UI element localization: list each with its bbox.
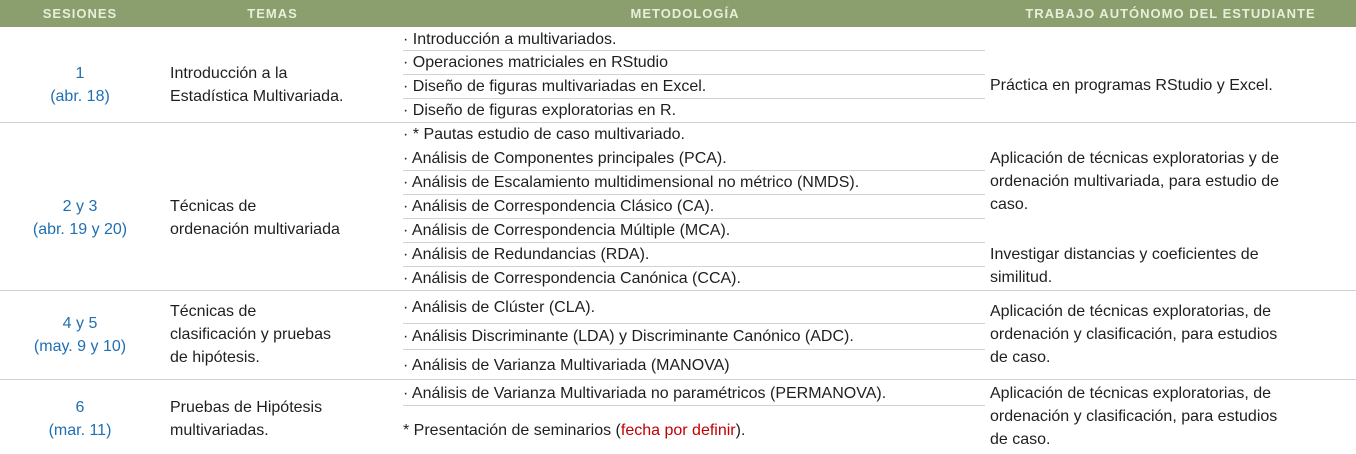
- session-1: 1 (abr. 18): [0, 62, 160, 108]
- header-trabajo: TRABAJO AUTÓNOMO DEL ESTUDIANTE: [1025, 6, 1316, 21]
- header-metodologia: METODOLOGÍA: [630, 6, 740, 21]
- row-divider: [403, 349, 985, 350]
- trabajo-line: ordenación y clasificación, para estudio…: [990, 326, 1278, 343]
- session-date: (may. 9 y 10): [33, 338, 127, 355]
- met-item: · Análisis de Redundancias (RDA).: [403, 246, 650, 263]
- trabajo-line: ordenación multivariada, para estudio de: [990, 173, 1280, 190]
- trabajo-1: Práctica en programas RStudio y Excel.: [990, 77, 1273, 94]
- met-item: · * Pautas estudio de caso multivariado.: [403, 126, 685, 143]
- session-2-3: 2 y 3 (abr. 19 y 20): [0, 195, 160, 241]
- met-item: · Análisis de Varianza Multivariada no p…: [403, 385, 887, 402]
- met-item: · Análisis de Correspondencia Clásico (C…: [403, 198, 715, 215]
- trabajo-line: similitud.: [990, 269, 1053, 286]
- session-date: (mar. 11): [48, 422, 112, 439]
- session-number: 4 y 5: [62, 315, 98, 332]
- session-number: 1: [75, 65, 85, 82]
- trabajo-line: caso.: [990, 196, 1029, 213]
- header-sesiones: SESIONES: [42, 6, 118, 21]
- tema-3: Técnicas de clasificación y pruebas de h…: [170, 300, 400, 369]
- met-item: · Análisis de Correspondencia Múltiple (…: [403, 222, 731, 239]
- tema-1: Introducción a la Estadística Multivaria…: [170, 62, 400, 108]
- trabajo-line: Aplicación de técnicas exploratorias y d…: [990, 150, 1280, 167]
- tema-line: ordenación multivariada: [170, 221, 340, 238]
- session-divider: [0, 379, 1356, 380]
- met-item: · Análisis de Varianza Multivariada (MAN…: [403, 357, 730, 374]
- session-6: 6 (mar. 11): [0, 396, 160, 442]
- seminarios-close: ).: [735, 422, 746, 439]
- tema-2: Técnicas de ordenación multivariada: [170, 195, 400, 241]
- met-item-seminarios: * Presentación de seminarios (fecha por …: [403, 419, 985, 442]
- met-item: · Análisis de Correspondencia Canónica (…: [403, 270, 741, 287]
- session-divider: [0, 290, 1356, 291]
- met-item: · Diseño de figuras exploratorias en R.: [403, 102, 677, 119]
- trabajo-line: ordenación y clasificación, para estudio…: [990, 408, 1278, 425]
- trabajo-3: Investigar distancias y coeficientes de …: [990, 243, 1350, 289]
- met-item: · Diseño de figuras multivariadas en Exc…: [403, 78, 707, 95]
- tema-line: Pruebas de Hipótesis: [170, 399, 323, 416]
- tema-line: de hipótesis.: [170, 349, 260, 366]
- met-item: · Operaciones matriciales en RStudio: [403, 54, 669, 71]
- syllabus-table: SESIONES TEMAS METODOLOGÍA TRABAJO AUTÓN…: [0, 0, 1356, 454]
- trabajo-line: de caso.: [990, 349, 1051, 366]
- tema-line: Técnicas de: [170, 303, 257, 320]
- header-temas: TEMAS: [247, 6, 298, 21]
- tema-line: Introducción a la: [170, 65, 288, 82]
- met-item: · Análisis de Componentes principales (P…: [403, 150, 727, 167]
- tema-line: clasificación y pruebas: [170, 326, 331, 343]
- row-divider: [403, 405, 985, 406]
- trabajo-5: Aplicación de técnicas exploratorias, de…: [990, 382, 1350, 451]
- table-header: SESIONES TEMAS METODOLOGÍA TRABAJO AUTÓN…: [0, 0, 1356, 27]
- session-number: 2 y 3: [62, 198, 98, 215]
- tema-line: Estadística Multivariada.: [170, 88, 344, 105]
- trabajo-line: de caso.: [990, 431, 1051, 448]
- trabajo-line: Investigar distancias y coeficientes de: [990, 246, 1259, 263]
- session-4-5: 4 y 5 (may. 9 y 10): [0, 312, 160, 358]
- trabajo-4: Aplicación de técnicas exploratorias, de…: [990, 300, 1350, 369]
- session-number: 6: [75, 399, 85, 416]
- session-date: (abr. 18): [50, 88, 110, 105]
- seminarios-text: * Presentación de seminarios (: [403, 422, 621, 439]
- tema-line: multivariadas.: [170, 422, 269, 439]
- met-item: · Análisis de Escalamiento multidimensio…: [403, 174, 860, 191]
- trabajo-2: Aplicación de técnicas exploratorias y d…: [990, 147, 1350, 216]
- session-date: (abr. 19 y 20): [32, 221, 128, 238]
- trabajo-line: Aplicación de técnicas exploratorias, de: [990, 385, 1272, 402]
- row-divider: [403, 323, 985, 324]
- met-item: · Análisis Discriminante (LDA) y Discrim…: [403, 328, 854, 345]
- tema-4: Pruebas de Hipótesis multivariadas.: [170, 396, 400, 442]
- met-item: · Análisis de Clúster (CLA).: [403, 299, 596, 316]
- fecha-por-definir: fecha por definir: [620, 422, 736, 439]
- tema-line: Técnicas de: [170, 198, 257, 215]
- met-item: · Introducción a multivariados.: [403, 31, 617, 48]
- trabajo-line: Aplicación de técnicas exploratorias, de: [990, 303, 1272, 320]
